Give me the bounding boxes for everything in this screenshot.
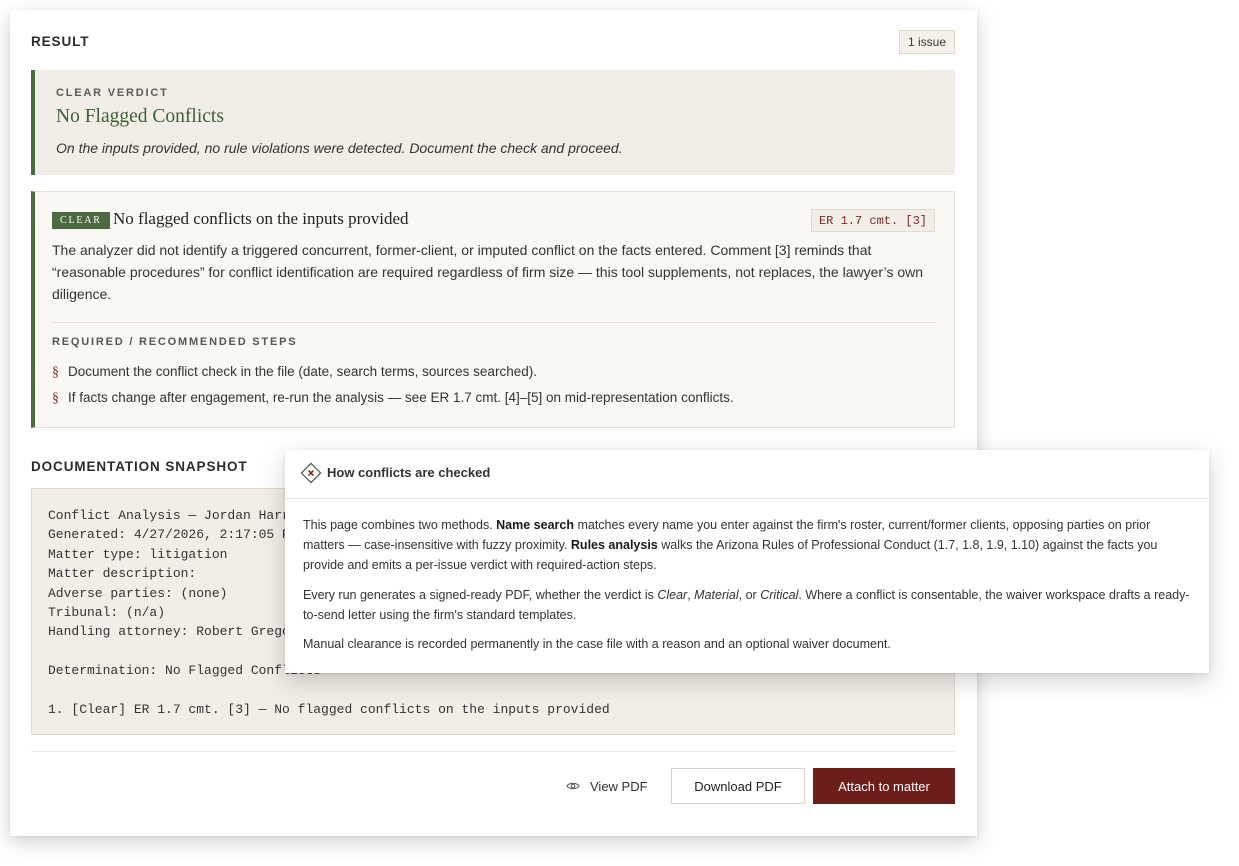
how-conflicts-checked-popover: How conflicts are checked This page comb… bbox=[285, 450, 1209, 673]
attach-to-matter-button[interactable]: Attach to matter bbox=[813, 768, 955, 804]
rules-analysis-term: Rules analysis bbox=[570, 538, 658, 552]
text: This page combines two methods. bbox=[303, 518, 497, 532]
step-item: § If facts change after engagement, re-ru… bbox=[52, 390, 734, 407]
step-item: § Document the conflict check in the file… bbox=[52, 364, 537, 381]
verdict-kicker: CLEAR VERDICT bbox=[56, 87, 169, 99]
name-search-term: Name search bbox=[496, 518, 574, 532]
popover-header: How conflicts are checked bbox=[285, 450, 1209, 499]
footer-divider bbox=[31, 751, 955, 752]
popover-title: How conflicts are checked bbox=[327, 465, 491, 480]
popover-paragraph-clearance: Manual clearance is recorded permanently… bbox=[303, 637, 891, 651]
snapshot-line: 1. [Clear] ER 1.7 cmt. [3] — No flagged … bbox=[48, 701, 610, 717]
verdict-panel: CLEAR VERDICT No Flagged Conflicts On th… bbox=[31, 70, 955, 175]
section-mark: § bbox=[52, 391, 59, 406]
text: Every run generates a signed-ready PDF, … bbox=[303, 588, 658, 602]
popover-paragraph-methods: This page combines two methods. Name sea… bbox=[303, 515, 1193, 575]
verdict-critical-term: Critical bbox=[760, 588, 799, 602]
step-text: Document the conflict check in the file … bbox=[68, 364, 537, 379]
rule-reference: ER 1.7 cmt. [3] bbox=[810, 209, 935, 232]
popover-paragraph-pdf: Every run generates a signed-ready PDF, … bbox=[303, 585, 1193, 625]
download-pdf-button[interactable]: Download PDF bbox=[671, 768, 805, 804]
text: , or bbox=[738, 588, 761, 602]
verdict-description: On the inputs provided, no rule violatio… bbox=[56, 140, 623, 156]
steps-title: REQUIRED / RECOMMENDED STEPS bbox=[52, 336, 298, 348]
section-mark: § bbox=[52, 365, 59, 380]
view-pdf-button[interactable]: View PDF bbox=[560, 768, 654, 804]
result-title: RESULT bbox=[31, 34, 90, 49]
documentation-title: DOCUMENTATION SNAPSHOT bbox=[31, 459, 248, 474]
step-text: If facts change after engagement, re-run… bbox=[68, 390, 734, 405]
status-badge: CLEAR bbox=[52, 212, 110, 229]
issue-count-badge: 1 issue bbox=[898, 30, 955, 54]
issue-body: The analyzer did not identify a triggere… bbox=[52, 242, 924, 302]
issue-title: No flagged conflicts on the inputs provi… bbox=[113, 209, 409, 228]
diamond-x-icon[interactable] bbox=[300, 462, 322, 484]
view-pdf-label: View PDF bbox=[590, 778, 648, 794]
issue-card: CLEAR No flagged conflicts on the inputs… bbox=[31, 191, 955, 428]
eye-icon bbox=[566, 782, 580, 790]
snapshot-line bbox=[48, 681, 938, 700]
verdict-material-term: Material bbox=[694, 588, 739, 602]
verdict-clear-term: Clear bbox=[657, 588, 688, 602]
verdict-heading: No Flagged Conflicts bbox=[56, 106, 224, 127]
result-card: RESULT 1 issue CLEAR VERDICT No Flagged … bbox=[10, 10, 977, 836]
divider bbox=[52, 322, 937, 323]
